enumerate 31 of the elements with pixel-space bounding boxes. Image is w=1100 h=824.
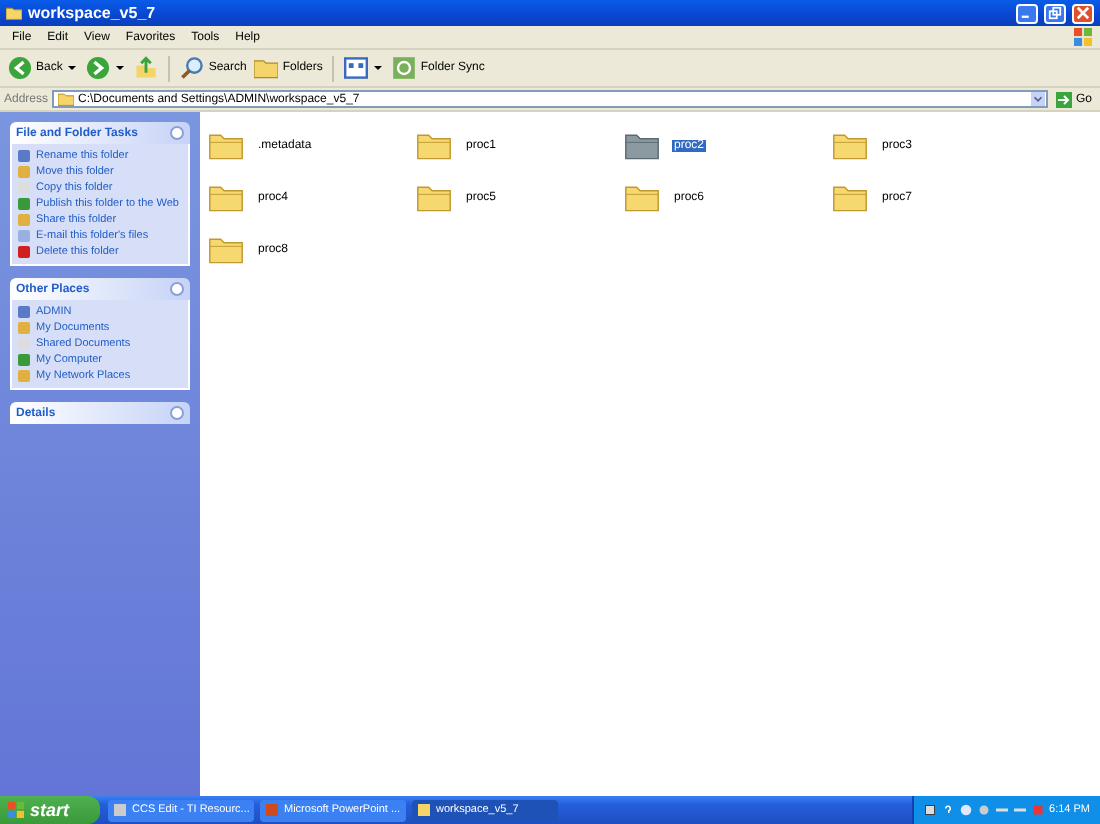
folder-icon: [254, 56, 279, 80]
restore-icon: [1048, 6, 1062, 20]
tray-icon[interactable]: [923, 804, 936, 816]
folder-icon: [58, 92, 75, 106]
restore-button[interactable]: [1044, 3, 1066, 23]
minimize-button[interactable]: [1016, 3, 1038, 23]
up-folder-icon: [134, 56, 159, 80]
views-grid-icon: [344, 56, 369, 80]
arrow-icon: [1055, 91, 1072, 107]
window-title: workspace_v5_7: [28, 4, 156, 22]
folder-icon[interactable]: [624, 130, 660, 162]
folder-icon[interactable]: [416, 182, 452, 214]
folder-icon[interactable]: [208, 182, 244, 214]
caret-icon[interactable]: [374, 66, 383, 70]
folder-icon[interactable]: [832, 182, 868, 214]
folder-icon[interactable]: [208, 234, 244, 266]
search-icon: [180, 56, 205, 80]
folder-icon[interactable]: [832, 130, 868, 162]
close-button[interactable]: [1072, 3, 1094, 23]
folder-icon: [6, 6, 22, 20]
windows-logo-icon: [1074, 28, 1092, 46]
dropdown-arrow-icon[interactable]: [1029, 92, 1046, 106]
caret-icon[interactable]: [68, 66, 77, 70]
close-icon: [1076, 6, 1090, 20]
folder-icon[interactable]: [416, 130, 452, 162]
sync-icon: [392, 56, 417, 80]
folder-icon[interactable]: [624, 182, 660, 214]
folder-icon[interactable]: [208, 130, 244, 162]
views-button[interactable]: [342, 56, 371, 80]
caret-icon[interactable]: [116, 66, 125, 70]
windows-logo-icon: [8, 802, 24, 818]
